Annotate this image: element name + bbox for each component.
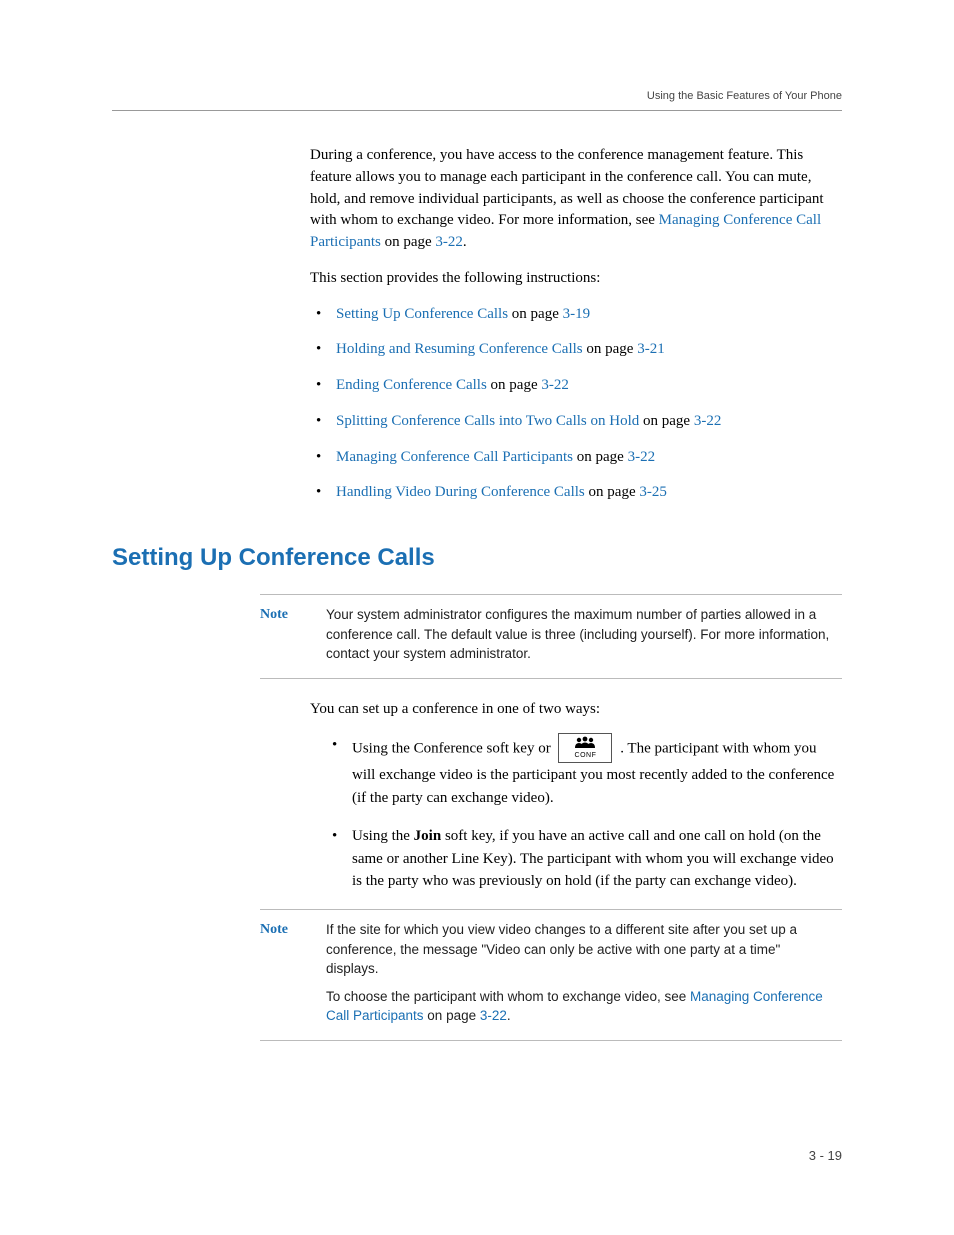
join-softkey-name: Join xyxy=(414,828,442,844)
intro-text-c: . xyxy=(463,234,467,250)
intro-text-b: on page xyxy=(381,234,436,250)
toc-link-split[interactable]: Splitting Conference Calls into Two Call… xyxy=(336,413,639,429)
toc-mid: on page xyxy=(639,413,694,429)
intro-paragraph-2: This section provides the following inst… xyxy=(310,268,842,290)
note-paragraph: Your system administrator configures the… xyxy=(326,605,832,664)
setup-method-1: Using the Conference soft key or CONF . … xyxy=(326,734,842,809)
toc-item: Holding and Resuming Conference Calls on… xyxy=(310,339,842,361)
note-label: Note xyxy=(260,920,326,1026)
toc-item: Splitting Conference Calls into Two Call… xyxy=(310,411,842,433)
toc-page-ref[interactable]: 3-25 xyxy=(639,484,667,500)
toc-link-manage[interactable]: Managing Conference Call Participants xyxy=(336,449,573,465)
setup-methods-list: Using the Conference soft key or CONF . … xyxy=(326,734,842,893)
page-number: 3 - 19 xyxy=(809,1148,842,1163)
body-column-2: You can set up a conference in one of tw… xyxy=(310,699,842,893)
toc-page-ref[interactable]: 3-21 xyxy=(637,341,665,357)
toc-page-ref[interactable]: 3-19 xyxy=(563,306,591,322)
toc-mid: on page xyxy=(583,341,638,357)
toc-link-setup[interactable]: Setting Up Conference Calls xyxy=(336,306,508,322)
toc-mid: on page xyxy=(585,484,640,500)
toc-list: Setting Up Conference Calls on page 3-19… xyxy=(310,304,842,505)
page-ref-3-22[interactable]: 3-22 xyxy=(435,234,463,250)
note2-text-b: on page xyxy=(424,1008,480,1023)
toc-mid: on page xyxy=(573,449,628,465)
method2-text-a: Using the xyxy=(352,828,414,844)
note2-text-c: . xyxy=(507,1008,511,1023)
toc-mid: on page xyxy=(487,377,542,393)
toc-mid: on page xyxy=(508,306,563,322)
note-label: Note xyxy=(260,605,326,664)
note2-paragraph-1: If the site for which you view video cha… xyxy=(326,920,832,979)
section-heading-setup: Setting Up Conference Calls xyxy=(112,544,842,572)
header-divider xyxy=(112,110,842,111)
note-text: Your system administrator configures the… xyxy=(326,605,832,664)
toc-link-hold[interactable]: Holding and Resuming Conference Calls xyxy=(336,341,583,357)
running-header: Using the Basic Features of Your Phone xyxy=(112,90,842,102)
note2-text-a: To choose the participant with whom to e… xyxy=(326,989,690,1004)
method1-text-a: Using the Conference soft key or xyxy=(352,741,554,757)
conference-key-icon: CONF xyxy=(558,733,612,763)
conf-people-icon xyxy=(573,736,597,749)
toc-page-ref[interactable]: 3-22 xyxy=(628,449,656,465)
toc-item: Setting Up Conference Calls on page 3-19 xyxy=(310,304,842,326)
toc-link-end[interactable]: Ending Conference Calls xyxy=(336,377,487,393)
toc-item: Handling Video During Conference Calls o… xyxy=(310,482,842,504)
toc-page-ref[interactable]: 3-22 xyxy=(541,377,569,393)
toc-item: Managing Conference Call Participants on… xyxy=(310,447,842,469)
note-block-2: Note If the site for which you view vide… xyxy=(260,909,842,1041)
page: Using the Basic Features of Your Phone D… xyxy=(0,0,954,1235)
note-block-1: Note Your system administrator configure… xyxy=(260,594,842,679)
toc-link-video[interactable]: Handling Video During Conference Calls xyxy=(336,484,585,500)
intro-paragraph-1: During a conference, you have access to … xyxy=(310,145,842,254)
note-text: If the site for which you view video cha… xyxy=(326,920,832,1026)
note2-paragraph-2: To choose the participant with whom to e… xyxy=(326,987,832,1026)
toc-item: Ending Conference Calls on page 3-22 xyxy=(310,375,842,397)
setup-method-2: Using the Join soft key, if you have an … xyxy=(326,825,842,893)
toc-page-ref[interactable]: 3-22 xyxy=(694,413,722,429)
conf-icon-label: CONF xyxy=(559,751,611,762)
body-column: During a conference, you have access to … xyxy=(310,145,842,504)
page-ref-3-22-b[interactable]: 3-22 xyxy=(480,1008,507,1023)
setup-intro: You can set up a conference in one of tw… xyxy=(310,699,842,721)
